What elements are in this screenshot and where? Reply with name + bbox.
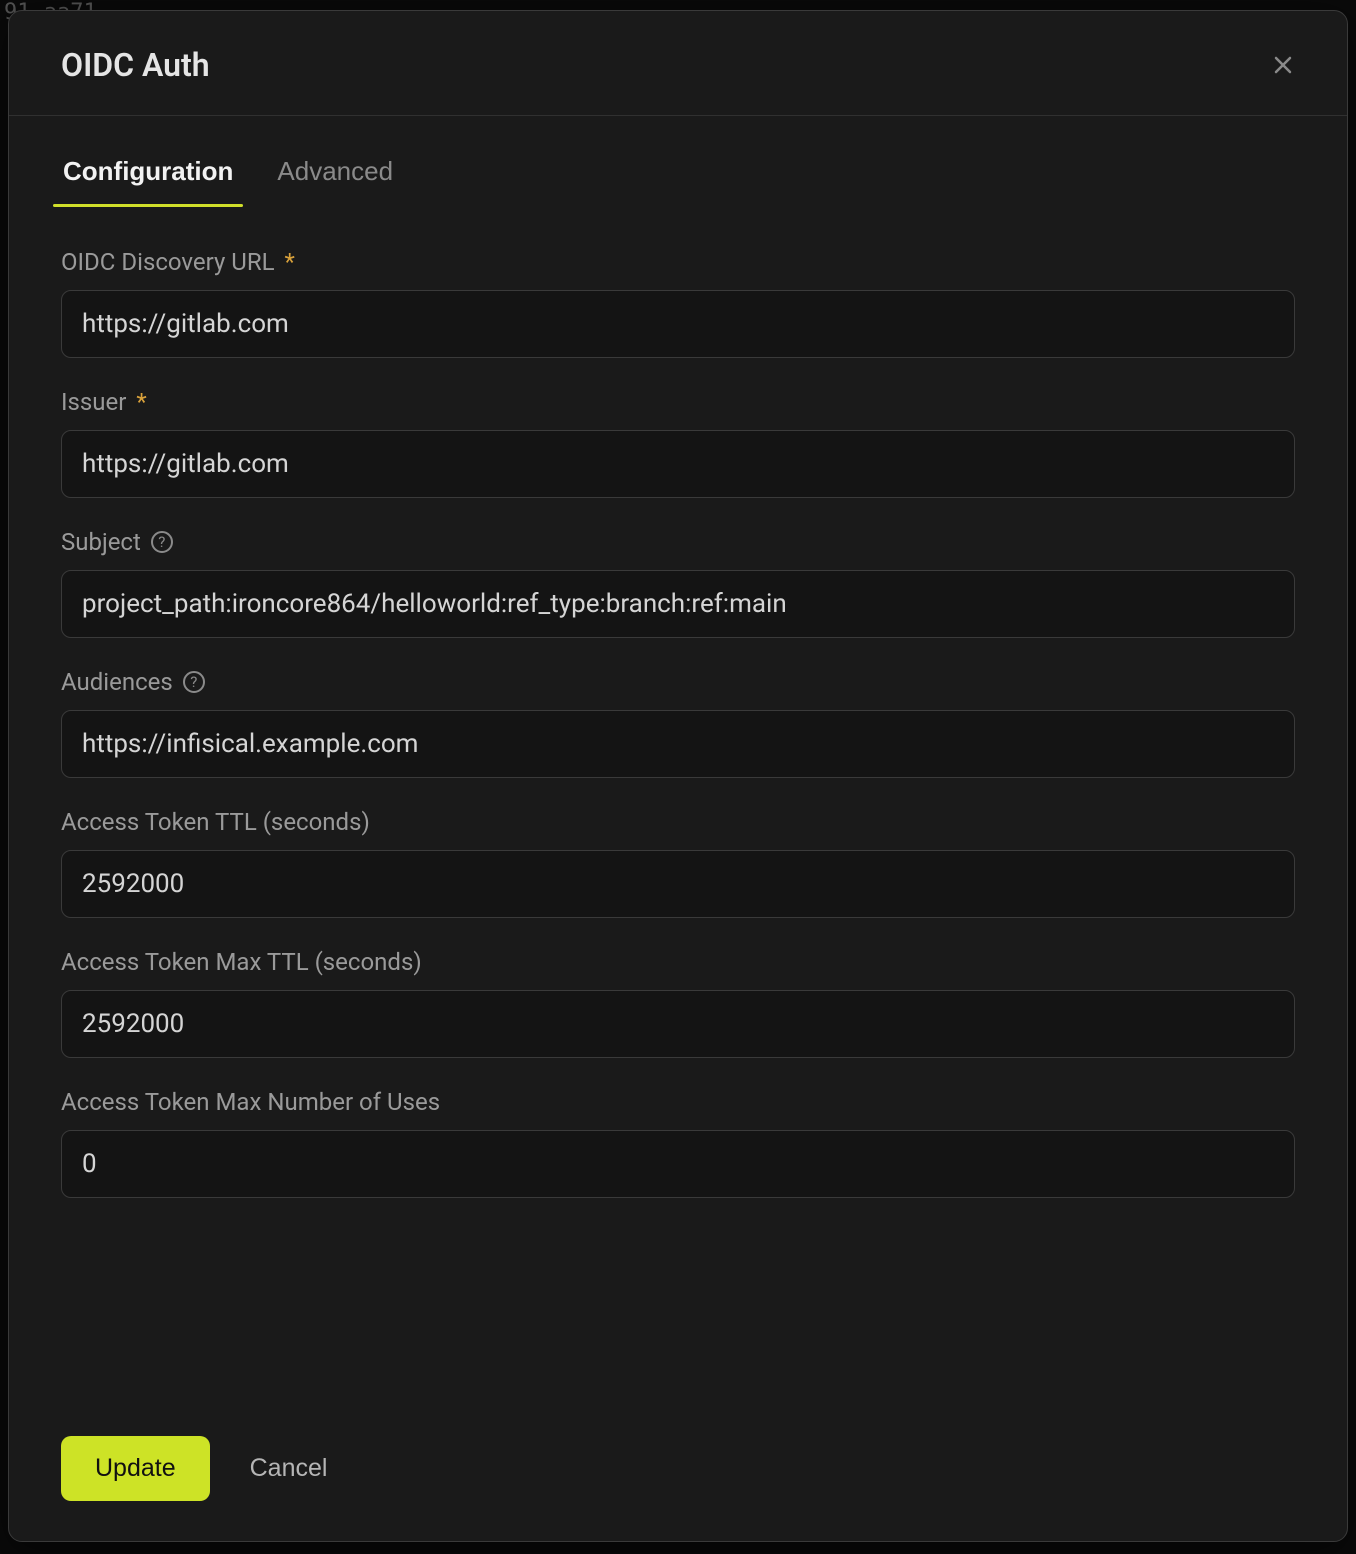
label-text: Audiences: [61, 668, 173, 696]
label-discovery-url: OIDC Discovery URL *: [61, 248, 1295, 276]
input-access-token-ttl[interactable]: [61, 850, 1295, 918]
label-audiences: Audiences ?: [61, 668, 1295, 696]
cancel-button[interactable]: Cancel: [244, 1444, 334, 1493]
update-button[interactable]: Update: [61, 1436, 210, 1501]
field-access-token-max-uses: Access Token Max Number of Uses: [61, 1088, 1295, 1198]
tabs: Configuration Advanced: [61, 144, 1295, 206]
modal-actions: Update Cancel: [9, 1412, 1347, 1541]
help-icon[interactable]: ?: [183, 671, 205, 693]
modal-header: OIDC Auth: [9, 11, 1347, 116]
input-subject[interactable]: [61, 570, 1295, 638]
label-text: Access Token TTL (seconds): [61, 808, 370, 836]
modal-body: Configuration Advanced OIDC Discovery UR…: [9, 116, 1347, 1412]
label-text: Access Token Max Number of Uses: [61, 1088, 440, 1116]
field-access-token-max-ttl: Access Token Max TTL (seconds): [61, 948, 1295, 1058]
field-discovery-url: OIDC Discovery URL *: [61, 248, 1295, 358]
label-text: Issuer: [61, 388, 126, 416]
tab-configuration[interactable]: Configuration: [61, 144, 235, 205]
input-access-token-max-ttl[interactable]: [61, 990, 1295, 1058]
close-icon: [1271, 53, 1295, 77]
label-subject: Subject ?: [61, 528, 1295, 556]
field-access-token-ttl: Access Token TTL (seconds): [61, 808, 1295, 918]
input-discovery-url[interactable]: [61, 290, 1295, 358]
required-asterisk: *: [285, 250, 295, 274]
tab-advanced[interactable]: Advanced: [275, 144, 395, 205]
label-text: OIDC Discovery URL: [61, 248, 275, 276]
input-issuer[interactable]: [61, 430, 1295, 498]
close-button[interactable]: [1263, 45, 1303, 85]
field-audiences: Audiences ?: [61, 668, 1295, 778]
field-subject: Subject ?: [61, 528, 1295, 638]
label-access-token-max-uses: Access Token Max Number of Uses: [61, 1088, 1295, 1116]
input-access-token-max-uses[interactable]: [61, 1130, 1295, 1198]
label-text: Access Token Max TTL (seconds): [61, 948, 422, 976]
label-access-token-max-ttl: Access Token Max TTL (seconds): [61, 948, 1295, 976]
help-icon[interactable]: ?: [151, 531, 173, 553]
oidc-auth-modal: OIDC Auth Configuration Advanced OIDC Di…: [8, 10, 1348, 1542]
label-access-token-ttl: Access Token TTL (seconds): [61, 808, 1295, 836]
required-asterisk: *: [136, 390, 146, 414]
label-issuer: Issuer *: [61, 388, 1295, 416]
label-text: Subject: [61, 528, 141, 556]
field-issuer: Issuer *: [61, 388, 1295, 498]
input-audiences[interactable]: [61, 710, 1295, 778]
modal-title: OIDC Auth: [61, 46, 210, 84]
